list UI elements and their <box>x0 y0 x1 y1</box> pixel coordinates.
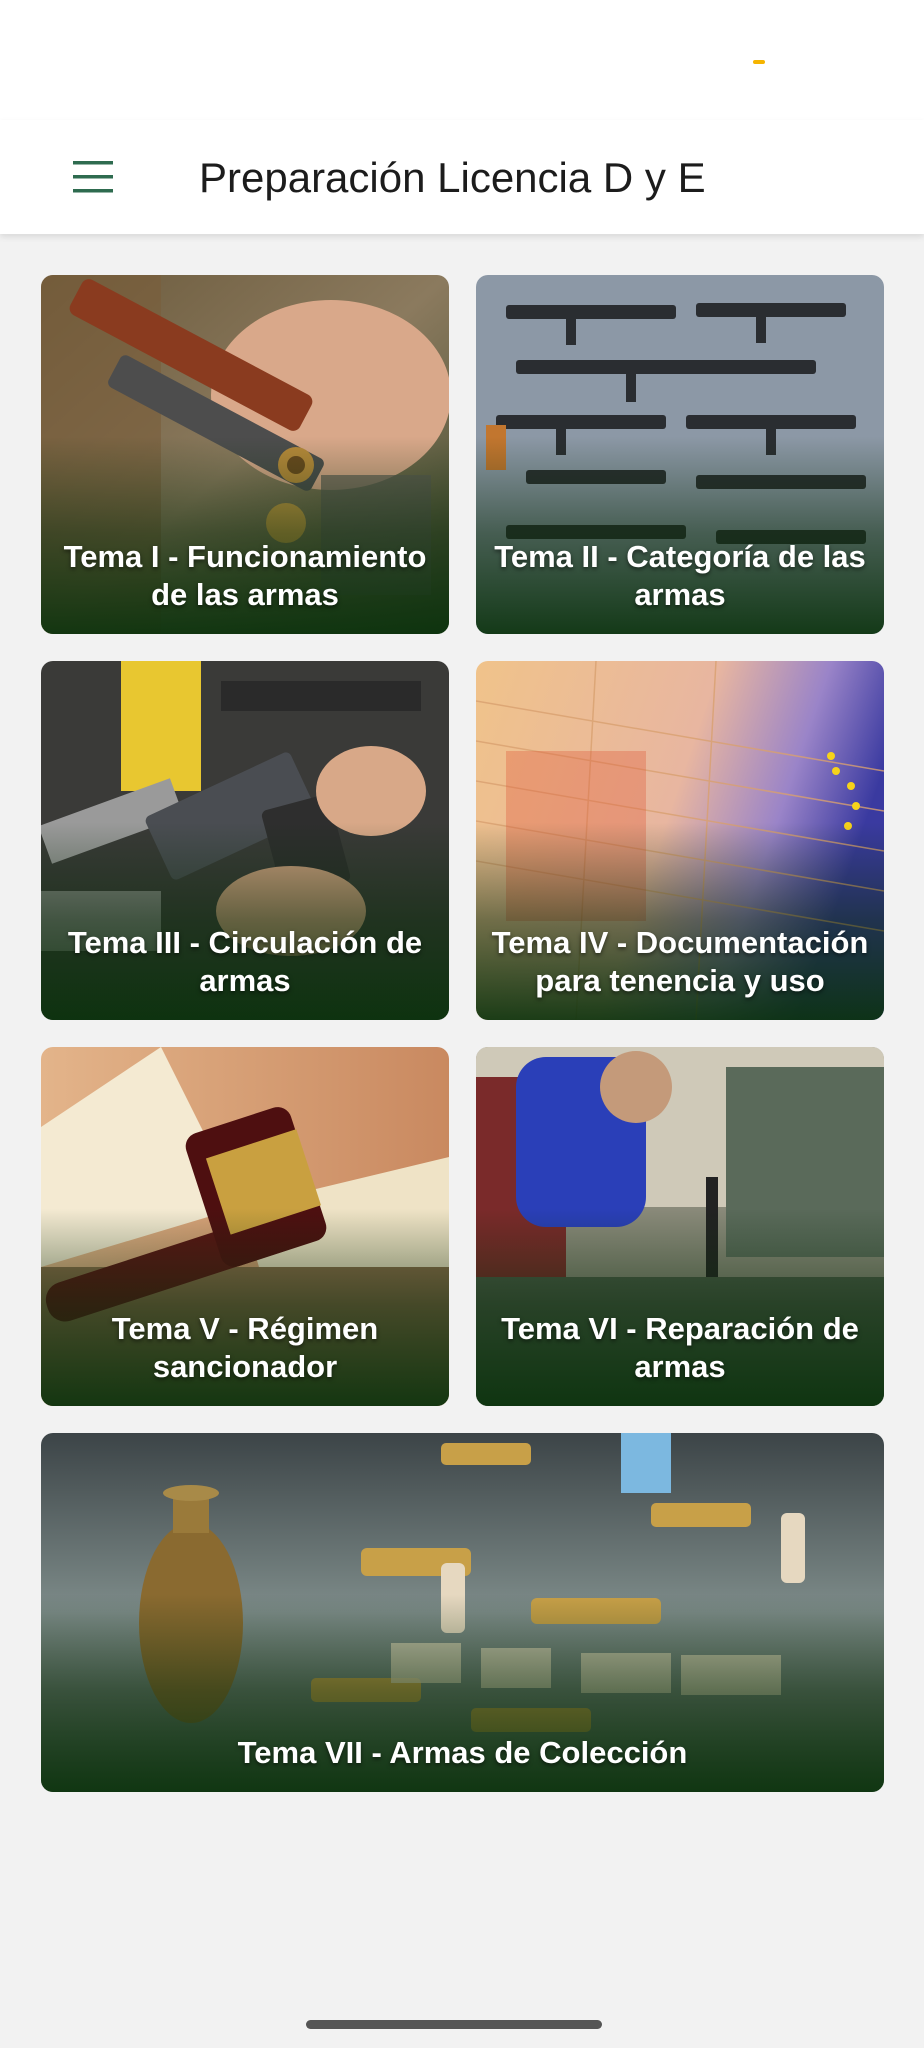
topic-card-7[interactable]: Tema VII - Armas de Colección <box>41 1433 884 1792</box>
topic-label: Tema VI - Reparación de armas <box>501 1311 859 1384</box>
topic-card-5[interactable]: Tema V - Régimen sancionador <box>41 1047 449 1406</box>
topic-label: Tema II - Categoría de las armas <box>494 539 866 612</box>
topic-label: Tema III - Circulación de armas <box>67 925 423 998</box>
home-indicator[interactable] <box>306 2020 602 2029</box>
topic-card-1[interactable]: Tema I - Funcionamiento de las armas <box>41 275 449 634</box>
status-bar <box>0 0 924 120</box>
status-indicator-dot <box>753 60 765 64</box>
hamburger-menu-icon[interactable] <box>60 144 126 210</box>
topic-card-2[interactable]: Tema II - Categoría de las armas <box>476 275 884 634</box>
topic-label: Tema VII - Armas de Colección <box>237 1735 688 1770</box>
topic-card-4[interactable]: Tema IV - Documentación para tenencia y … <box>476 661 884 1020</box>
topic-card-3[interactable]: Tema III - Circulación de armas <box>41 661 449 1020</box>
topic-label: Tema I - Funcionamiento de las armas <box>63 539 427 612</box>
app-bar: Preparación Licencia D y E <box>0 120 924 234</box>
topic-card-6[interactable]: Tema VI - Reparación de armas <box>476 1047 884 1406</box>
topic-label: Tema IV - Documentación para tenencia y … <box>491 925 869 998</box>
page-title: Preparación Licencia D y E <box>199 154 706 201</box>
topic-label: Tema V - Régimen sancionador <box>111 1311 379 1384</box>
